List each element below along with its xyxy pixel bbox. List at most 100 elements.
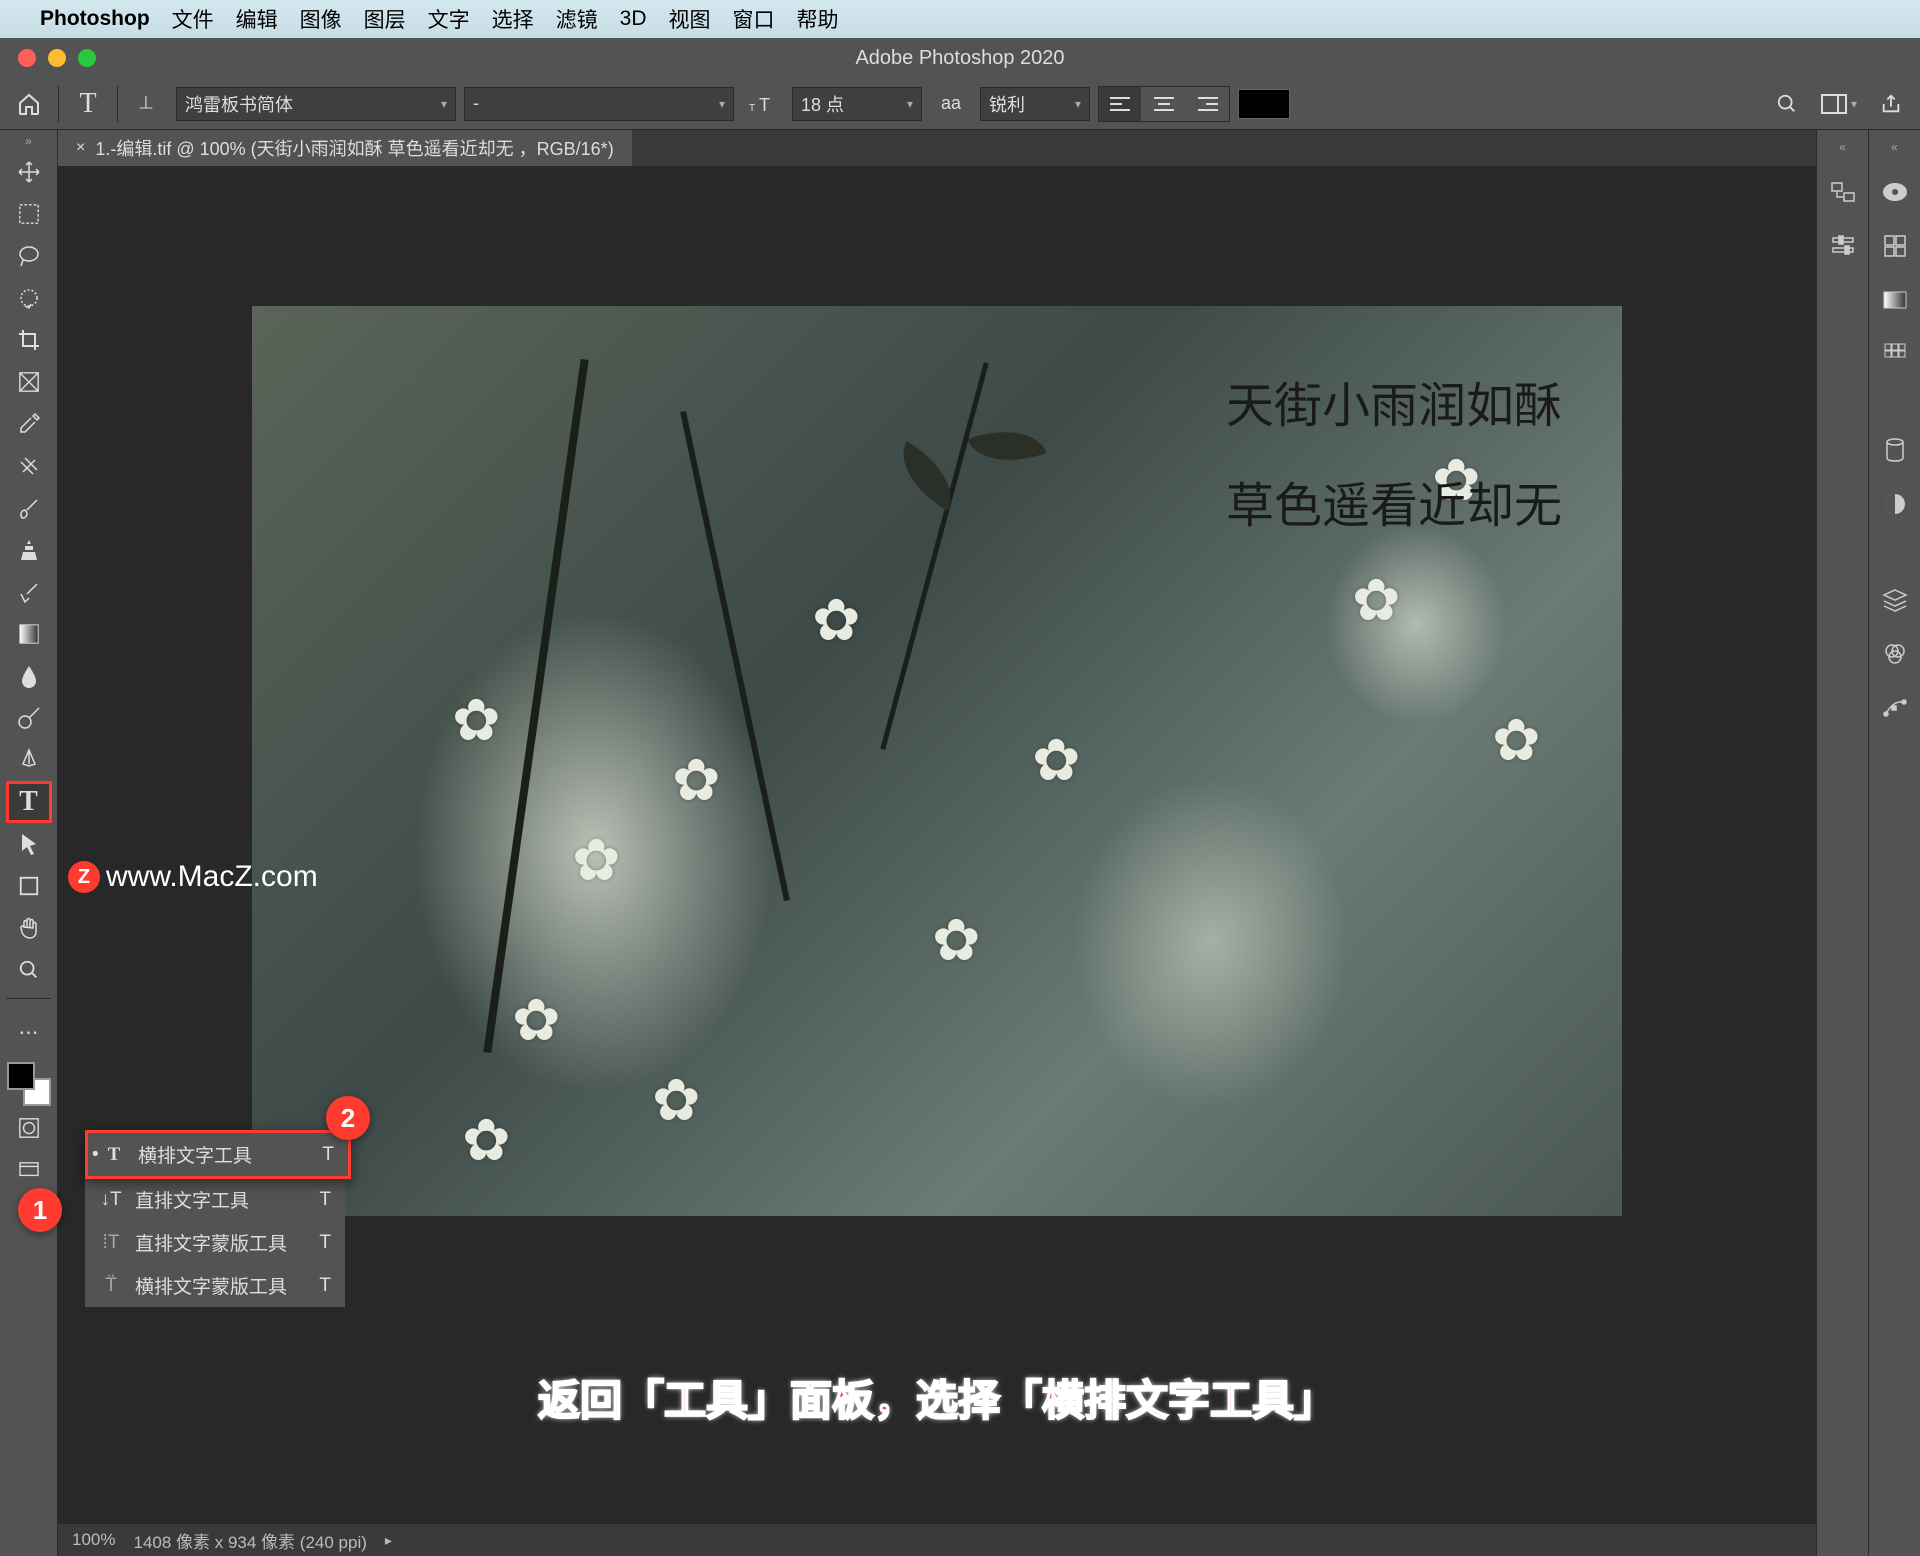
align-center-button[interactable] <box>1143 87 1185 121</box>
lasso-tool[interactable] <box>7 236 51 276</box>
libraries-panel-icon[interactable] <box>1877 432 1913 468</box>
options-bar: T 丄 鸿雷板书简体 ▾ - ▾ TT 18 点 ▾ aa 锐利 ▾ <box>0 78 1920 130</box>
marquee-tool[interactable] <box>7 194 51 234</box>
antialias-value: 锐利 <box>989 91 1025 117</box>
align-left-button[interactable] <box>1099 87 1141 121</box>
clone-stamp-tool[interactable] <box>7 530 51 570</box>
dodge-tool[interactable] <box>7 698 51 738</box>
zoom-level[interactable]: 100% <box>72 1530 115 1550</box>
quick-mask-button[interactable] <box>7 1108 51 1148</box>
flyout-item-vertical-type[interactable]: ↓T 直排文字工具 T <box>85 1178 345 1221</box>
chevron-right-icon[interactable]: ▸ <box>385 1532 392 1549</box>
workspace-select[interactable]: ▾ <box>1818 83 1860 125</box>
document-tab[interactable]: × 1.-编辑.tif @ 100% (天街小雨润如酥 草色遥看近却无 ，RGB… <box>58 130 632 166</box>
photoshop-window: Adobe Photoshop 2020 T 丄 鸿雷板书简体 ▾ - ▾ TT… <box>0 38 1920 1556</box>
chevron-down-icon: ▾ <box>441 97 447 111</box>
history-panel-icon[interactable] <box>1825 174 1861 210</box>
menu-type[interactable]: 文字 <box>428 4 470 34</box>
text-orientation-button[interactable]: 丄 <box>126 83 168 125</box>
menu-3d[interactable]: 3D <box>620 7 647 31</box>
flyout-label: 直排文字工具 <box>135 1186 249 1213</box>
canvas-area[interactable]: 天街小雨润如酥 草色遥看近却无 返回「工具」面板，选择「横排文字工具」 <box>58 166 1816 1524</box>
frame-tool[interactable] <box>7 362 51 402</box>
close-tab-icon[interactable]: × <box>76 139 85 157</box>
decorative-flower <box>812 586 872 646</box>
menu-layer[interactable]: 图层 <box>364 4 406 34</box>
crop-tool[interactable] <box>7 320 51 360</box>
flyout-shortcut: T <box>319 1189 331 1211</box>
gradients-panel-icon[interactable] <box>1877 282 1913 318</box>
type-tool[interactable]: T <box>7 782 51 822</box>
pen-tool[interactable] <box>7 740 51 780</box>
flyout-item-vertical-mask-type[interactable]: ⁞T 直排文字蒙版工具 T <box>85 1221 345 1264</box>
screen-mode-button[interactable] <box>7 1150 51 1190</box>
align-right-button[interactable] <box>1187 87 1229 121</box>
blur-tool[interactable] <box>7 656 51 696</box>
window-title: Adobe Photoshop 2020 <box>0 47 1920 70</box>
menu-help[interactable]: 帮助 <box>797 4 839 34</box>
foreground-color[interactable] <box>7 1062 35 1090</box>
type-tool-flyout-rest: ↓T 直排文字工具 T ⁞T 直排文字蒙版工具 T T̈ 横排文字蒙版工具 T <box>85 1178 345 1307</box>
decorative-flower <box>452 686 512 746</box>
zoom-tool[interactable] <box>7 950 51 990</box>
channels-panel-icon[interactable] <box>1877 636 1913 672</box>
canvas-text-line1[interactable]: 天街小雨润如酥 <box>1226 366 1562 436</box>
canvas-text-line2[interactable]: 草色遥看近却无 <box>1226 466 1562 536</box>
properties-panel-icon[interactable] <box>1825 228 1861 264</box>
color-picker[interactable] <box>7 1062 51 1106</box>
move-tool[interactable] <box>7 152 51 192</box>
separator <box>58 86 59 122</box>
flyout-item-horizontal-mask-type[interactable]: T̈ 横排文字蒙版工具 T <box>85 1264 345 1307</box>
decorative-leaf <box>967 415 1046 477</box>
type-tool-flyout: T 横排文字工具 T <box>85 1130 351 1179</box>
minimize-window-button[interactable] <box>48 49 66 67</box>
font-family-value: 鸿雷板书简体 <box>185 91 293 117</box>
font-family-select[interactable]: 鸿雷板书简体 ▾ <box>176 87 456 121</box>
brush-tool[interactable] <box>7 488 51 528</box>
rectangle-tool[interactable] <box>7 866 51 906</box>
history-brush-tool[interactable] <box>7 572 51 612</box>
color-panel-icon[interactable] <box>1877 174 1913 210</box>
path-select-tool[interactable] <box>7 824 51 864</box>
eyedropper-tool[interactable] <box>7 404 51 444</box>
text-color-swatch[interactable] <box>1238 89 1290 119</box>
titlebar: Adobe Photoshop 2020 <box>0 38 1920 78</box>
watermark-icon: Z <box>68 861 100 893</box>
font-style-select[interactable]: - ▾ <box>464 87 734 121</box>
expand-chevron-icon[interactable]: « <box>1839 140 1846 156</box>
vertical-mask-type-icon: ⁞T <box>99 1232 123 1254</box>
expand-chevron-icon[interactable]: « <box>1891 140 1898 156</box>
decorative-branch <box>880 362 988 750</box>
menu-edit[interactable]: 编辑 <box>236 4 278 34</box>
canvas[interactable]: 天街小雨润如酥 草色遥看近却无 <box>252 306 1622 1216</box>
hand-tool[interactable] <box>7 908 51 948</box>
antialias-select[interactable]: 锐利 ▾ <box>980 87 1090 121</box>
healing-tool[interactable] <box>7 446 51 486</box>
flyout-label: 横排文字工具 <box>138 1141 252 1168</box>
zoom-window-button[interactable] <box>78 49 96 67</box>
patterns-panel-icon[interactable] <box>1877 336 1913 372</box>
menu-select[interactable]: 选择 <box>492 4 534 34</box>
search-icon[interactable] <box>1766 83 1808 125</box>
paths-panel-icon[interactable] <box>1877 690 1913 726</box>
quick-select-tool[interactable] <box>7 278 51 318</box>
type-icon: T <box>102 1144 126 1166</box>
layers-panel-icon[interactable] <box>1877 582 1913 618</box>
close-window-button[interactable] <box>18 49 36 67</box>
menu-filter[interactable]: 滤镜 <box>556 4 598 34</box>
home-button[interactable] <box>8 83 50 125</box>
menu-view[interactable]: 视图 <box>669 4 711 34</box>
gradient-tool[interactable] <box>7 614 51 654</box>
menu-image[interactable]: 图像 <box>300 4 342 34</box>
expand-chevron-icon[interactable]: » <box>25 134 32 150</box>
app-name[interactable]: Photoshop <box>40 7 150 31</box>
flyout-item-horizontal-type[interactable]: T 横排文字工具 T <box>88 1133 348 1176</box>
share-button[interactable] <box>1870 83 1912 125</box>
adjustments-panel-icon[interactable] <box>1877 486 1913 522</box>
menu-window[interactable]: 窗口 <box>733 4 775 34</box>
annotation-badge-2: 2 <box>326 1096 370 1140</box>
swatches-panel-icon[interactable] <box>1877 228 1913 264</box>
edit-toolbar-button[interactable]: ⋯ <box>7 1012 51 1052</box>
menu-file[interactable]: 文件 <box>172 4 214 34</box>
font-size-select[interactable]: 18 点 ▾ <box>792 87 922 121</box>
